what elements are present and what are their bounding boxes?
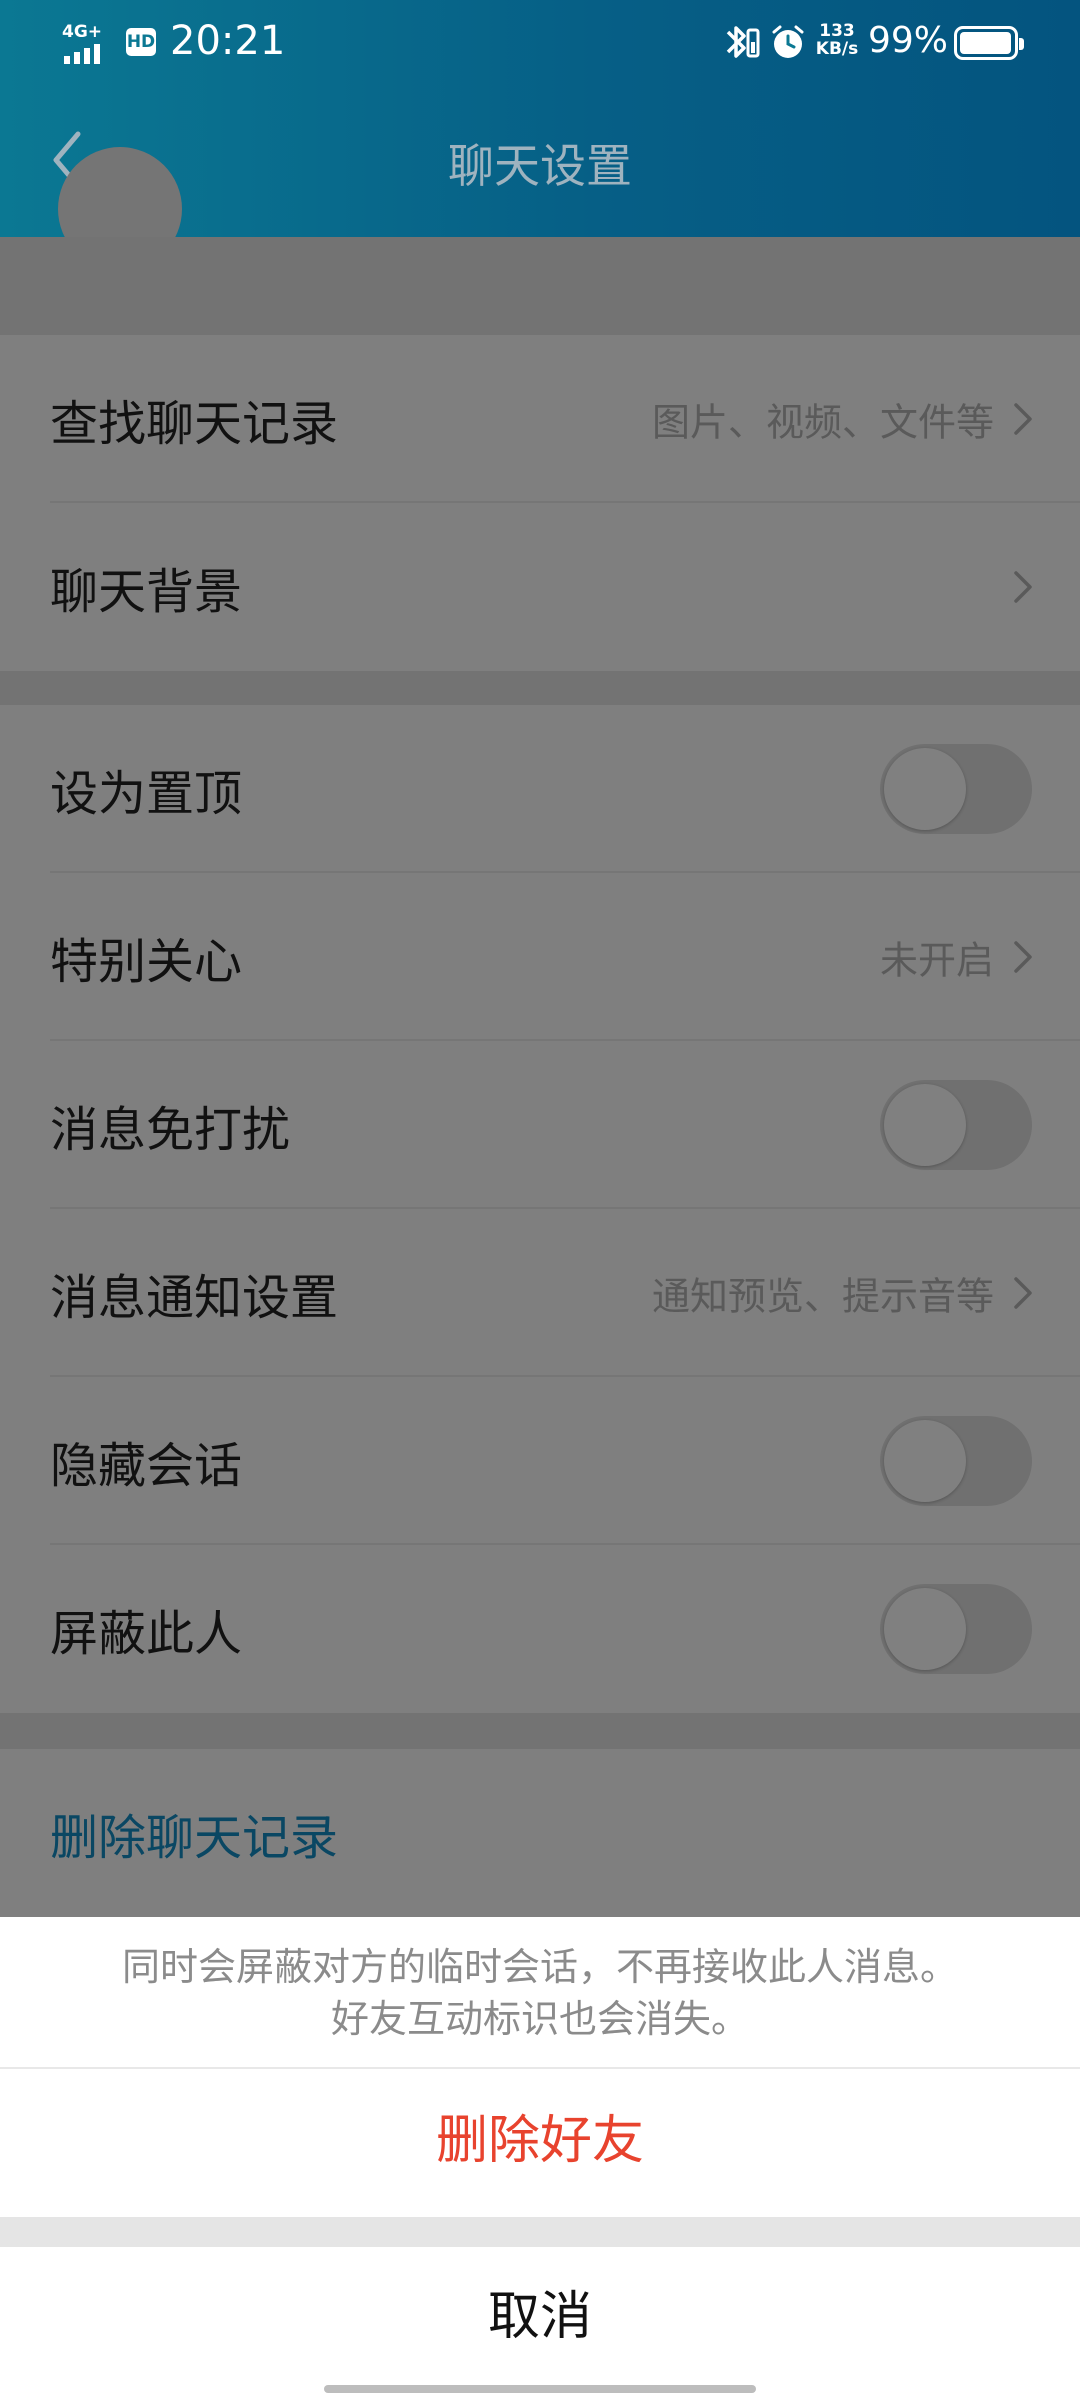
row-label: 隐藏会话 [50,1438,243,1494]
chevron-right-icon [1014,571,1032,603]
row-label: 屏蔽此人 [50,1606,243,1662]
alarm-icon [772,25,804,58]
row-label: 设为置顶 [50,766,243,822]
chevron-right-icon [1014,941,1032,973]
clock: 20:21 [170,18,286,64]
block-toggle[interactable] [880,1584,1032,1674]
row-value: 未开启 [879,938,994,983]
row-mute: 消息免打扰 [0,1041,1080,1209]
action-sheet: 同时会屏蔽对方的临时会话，不再接收此人消息。 好友互动标识也会消失。 删除好友 … [0,1917,1080,2400]
hd-icon: HD [126,28,156,56]
row-block: 屏蔽此人 [0,1545,1080,1713]
battery-icon [954,26,1024,60]
sheet-message-line: 同时会屏蔽对方的临时会话，不再接收此人消息。 [121,1945,958,1989]
section-gap [0,1713,1080,1749]
sheet-message: 同时会屏蔽对方的临时会话，不再接收此人消息。 好友互动标识也会消失。 [0,1941,1080,2045]
delete-history-link[interactable]: 删除聊天记录 [50,1798,338,1868]
row-hide-chat: 隐藏会话 [0,1377,1080,1545]
row-label: 消息通知设置 [50,1270,339,1326]
sheet-gap [0,2217,1080,2247]
home-indicator[interactable] [324,2385,756,2393]
mute-toggle[interactable] [880,1080,1032,1170]
chevron-right-icon [1014,403,1032,435]
section-gap [0,237,1080,335]
network-speed-value: 133 [819,21,855,41]
row-search-history[interactable]: 查找聊天记录 图片、视频、文件等 [0,335,1080,503]
network-speed-unit: KB/s [815,39,859,59]
chevron-right-icon [1014,1277,1032,1309]
row-label: 聊天背景 [50,564,243,620]
settings-list: 查找聊天记录 图片、视频、文件等 聊天背景 设为置顶 特别关心 未开启 消息免打… [0,147,1080,1917]
cellular-signal-icon: 4G+ [62,22,118,64]
row-pin-top: 设为置顶 [0,705,1080,873]
bluetooth-icon [726,26,760,58]
section-gap [0,671,1080,705]
row-label: 消息免打扰 [50,1102,291,1158]
hide-chat-toggle[interactable] [880,1416,1032,1506]
pin-top-toggle[interactable] [880,744,1032,834]
row-value: 图片、视频、文件等 [651,400,994,445]
sheet-message-line: 好友互动标识也会消失。 [330,1997,749,2041]
status-bar: 4G+ HD 20:21 133 KB/s 99% [0,0,1080,86]
row-label: 查找聊天记录 [50,396,339,452]
network-speed: 133 KB/s [814,22,860,58]
row-delete-history[interactable]: 删除聊天记录 [0,1749,1080,1917]
row-notification-settings[interactable]: 消息通知设置 通知预览、提示音等 [0,1209,1080,1377]
delete-friend-button[interactable]: 删除好友 [0,2069,1080,2213]
row-value: 通知预览、提示音等 [651,1274,994,1319]
row-special-care[interactable]: 特别关心 未开启 [0,873,1080,1041]
row-label: 特别关心 [50,934,243,990]
battery-percent: 99% [868,20,949,61]
row-chat-background[interactable]: 聊天背景 [0,503,1080,671]
network-type: 4G+ [62,22,103,42]
cancel-button[interactable]: 取消 [0,2247,1080,2387]
